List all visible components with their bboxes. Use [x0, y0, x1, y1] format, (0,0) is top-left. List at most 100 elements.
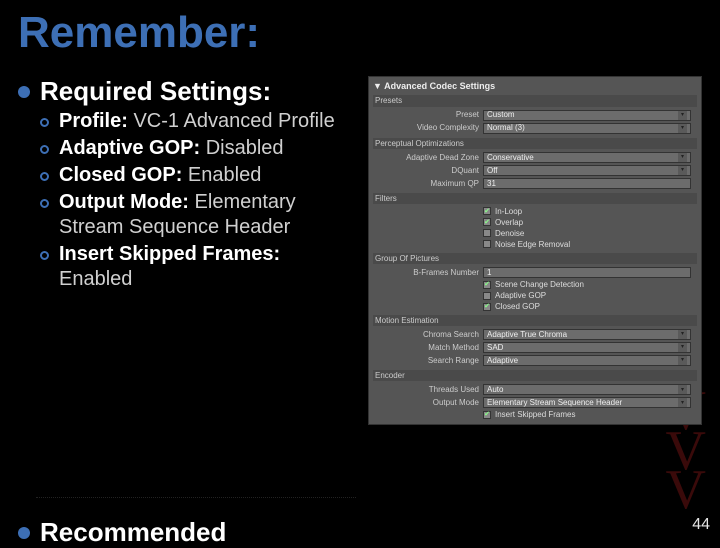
check-noise-edge[interactable]: Noise Edge Removal — [373, 239, 697, 250]
check-in-loop[interactable]: In-Loop — [373, 206, 697, 217]
match-dropdown[interactable]: SAD ▾ — [483, 342, 691, 353]
section-filters: Filters — [373, 193, 697, 204]
profile-value: VC-1 Advanced Profile — [133, 110, 334, 132]
output-dropdown[interactable]: Elementary Stream Sequence Header ▾ — [483, 397, 691, 408]
row-threads: Threads Used Auto▾ — [373, 383, 697, 396]
checkbox-icon[interactable] — [483, 207, 491, 215]
checkbox-icon[interactable] — [483, 218, 491, 226]
heading-text: Required Settings: — [40, 76, 271, 107]
chroma-label: Chroma Search — [379, 330, 479, 339]
row-adaptive-dead-zone: Adaptive Dead Zone Conservative ▾ — [373, 151, 697, 164]
content-row: Required Settings: Profile: VC-1 Advance… — [0, 76, 720, 425]
overlap-label: Overlap — [495, 218, 523, 227]
bullet-required-settings: Required Settings: — [18, 76, 358, 107]
scene-change-label: Scene Change Detection — [495, 280, 584, 289]
range-dropdown[interactable]: Adaptive▾ — [483, 355, 691, 366]
subbullet-icon — [40, 145, 49, 154]
dquant-value: Off — [487, 166, 498, 175]
row-search-range: Search Range Adaptive▾ — [373, 354, 697, 367]
row-preset: Preset Custom ▾ — [373, 109, 697, 122]
row-output-mode: Output Mode Elementary Stream Sequence H… — [373, 396, 697, 409]
profile-label: Profile: — [59, 110, 128, 132]
threads-label: Threads Used — [379, 385, 479, 394]
checkbox-icon[interactable] — [483, 240, 491, 248]
bullet-dot-icon — [18, 86, 30, 98]
adz-value: Conservative — [487, 153, 534, 162]
subbullet-icon — [40, 251, 49, 260]
adaptive-gop-label: Adaptive GOP: — [59, 137, 200, 159]
checkbox-icon[interactable] — [483, 411, 491, 419]
partial-text: Recommended — [40, 517, 226, 548]
denoise-label: Denoise — [495, 229, 524, 238]
bullet-dot-icon — [18, 527, 30, 539]
closed-gop-label: Closed GOP: — [59, 164, 182, 186]
section-presets: Presets — [373, 95, 697, 106]
adz-dropdown[interactable]: Conservative ▾ — [483, 152, 691, 163]
match-value: SAD — [487, 343, 503, 352]
output-value: Elementary Stream Sequence Header — [487, 398, 622, 407]
row-max-qp: Maximum QP 31 — [373, 177, 697, 190]
maxqp-value: 31 — [487, 179, 496, 188]
output-mode-label: Output Mode: — [59, 191, 189, 213]
chevron-down-icon: ▾ — [678, 330, 687, 339]
row-bframes: B-Frames Number 1 — [373, 266, 697, 279]
video-complexity-label: Video Complexity — [379, 123, 479, 132]
row-match-method: Match Method SAD▾ — [373, 341, 697, 354]
check-scene-change[interactable]: Scene Change Detection — [373, 279, 697, 290]
section-perceptual: Perceptual Optimizations — [373, 138, 697, 149]
bframes-input[interactable]: 1 — [483, 267, 691, 278]
checkbox-icon[interactable] — [483, 229, 491, 237]
threads-dropdown[interactable]: Auto▾ — [483, 384, 691, 395]
checkbox-icon[interactable] — [483, 303, 491, 311]
range-label: Search Range — [379, 356, 479, 365]
chevron-down-icon: ▾ — [678, 124, 687, 133]
adz-label: Adaptive Dead Zone — [379, 153, 479, 162]
check-insert-skipped[interactable]: Insert Skipped Frames — [373, 409, 697, 420]
dquant-dropdown[interactable]: Off ▾ — [483, 165, 691, 176]
closed-gop-label: Closed GOP — [495, 302, 540, 311]
preset-dropdown[interactable]: Custom ▾ — [483, 110, 691, 121]
page-number: 44 — [692, 516, 710, 534]
insert-skipped-label: Insert Skipped Frames: — [59, 243, 280, 265]
noise-edge-label: Noise Edge Removal — [495, 240, 570, 249]
closed-gop-value: Enabled — [188, 164, 261, 186]
maxqp-input[interactable]: 31 — [483, 178, 691, 189]
slide-title: Remember: — [0, 0, 720, 76]
chevron-down-icon: ▾ — [678, 166, 687, 175]
row-dquant: DQuant Off▾ — [373, 164, 697, 177]
chevron-down-icon: ▾ — [678, 153, 687, 162]
section-gop: Group Of Pictures — [373, 253, 697, 264]
check-overlap[interactable]: Overlap — [373, 217, 697, 228]
chevron-down-icon: ▾ — [678, 343, 687, 352]
check-denoise[interactable]: Denoise — [373, 228, 697, 239]
subbullet-icon — [40, 199, 49, 208]
chroma-value: Adaptive True Chroma — [487, 330, 567, 339]
bullet-output-mode: Output Mode: Elementary Stream Sequence … — [40, 190, 358, 240]
preset-label: Preset — [379, 110, 479, 119]
section-encoder: Encoder — [373, 370, 697, 381]
chevron-down-icon: ▾ — [678, 398, 687, 407]
check-closed-gop[interactable]: Closed GOP — [373, 301, 697, 312]
panel-title[interactable]: Advanced Codec Settings — [373, 81, 697, 91]
video-complexity-dropdown[interactable]: Normal (3)▾ — [483, 123, 691, 134]
bullet-insert-skipped: Insert Skipped Frames: Enabled — [40, 242, 358, 292]
chevron-down-icon: ▾ — [678, 111, 687, 120]
checkbox-icon[interactable] — [483, 292, 491, 300]
required-settings-list: Required Settings: Profile: VC-1 Advance… — [18, 76, 358, 425]
chroma-dropdown[interactable]: Adaptive True Chroma ▾ — [483, 329, 691, 340]
insert-skipped-value: Enabled — [59, 268, 132, 290]
insert-skipped-label: Insert Skipped Frames — [495, 410, 575, 419]
checkbox-icon[interactable] — [483, 281, 491, 289]
threads-value: Auto — [487, 385, 503, 394]
row-video-complexity: Video Complexity Normal (3)▾ — [373, 122, 697, 135]
adaptive-gop-label: Adaptive GOP — [495, 291, 546, 300]
maxqp-label: Maximum QP — [379, 179, 479, 188]
divider — [36, 497, 356, 498]
range-value: Adaptive — [487, 356, 518, 365]
check-adaptive-gop[interactable]: Adaptive GOP — [373, 290, 697, 301]
in-loop-label: In-Loop — [495, 207, 522, 216]
bullet-profile: Profile: VC-1 Advanced Profile — [40, 109, 358, 134]
preset-value: Custom — [487, 110, 515, 119]
bframes-value: 1 — [487, 268, 491, 277]
section-motion: Motion Estimation — [373, 315, 697, 326]
